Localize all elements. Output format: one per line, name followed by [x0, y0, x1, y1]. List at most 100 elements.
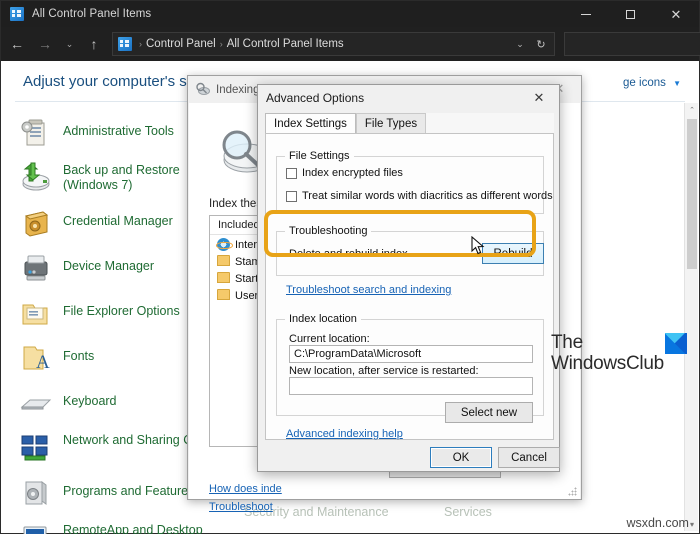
network-sharing-icon — [19, 432, 53, 464]
advanced-options-panel: Index Settings File Types File Settings … — [265, 113, 554, 440]
tab-file-types[interactable]: File Types — [355, 113, 427, 134]
tab-strip: Index Settings File Types — [265, 113, 427, 134]
chevron-down-icon[interactable]: ⌄ — [510, 39, 530, 50]
checkbox-box[interactable] — [286, 190, 297, 202]
minimize-icon — [580, 13, 591, 15]
annotation-highlight-ring — [264, 210, 536, 257]
how-does-indexing-link[interactable]: How does inde — [209, 483, 282, 495]
minimize-button[interactable] — [563, 1, 608, 27]
current-location-input[interactable]: C:\ProgramData\Microsoft — [289, 345, 533, 363]
checkbox-label: Index encrypted files — [302, 167, 403, 179]
close-button[interactable]: ✕ — [653, 1, 699, 27]
content-scrollbar[interactable]: ⌃ ⌄ — [684, 103, 698, 531]
index-location-group-label: Index location — [285, 313, 361, 325]
refresh-icon[interactable]: ↻ — [530, 38, 552, 51]
troubleshoot-search-indexing-link[interactable]: Troubleshoot search and indexing — [286, 284, 451, 296]
close-icon: ✕ — [670, 6, 682, 22]
advanced-options-titlebar: Advanced Options ✕ — [258, 85, 559, 110]
index-settings-tabpage: File Settings Index encrypted files Trea… — [265, 133, 554, 440]
cp-item-remoteapp-desktop[interactable]: RemoteApp and Desktop Connections — [19, 522, 249, 534]
internet-explorer-icon — [216, 237, 233, 252]
breadcrumb-separator: › — [219, 39, 223, 49]
view-by-label: ge icons — [623, 77, 666, 89]
new-location-label: New location, after service is restarted… — [289, 365, 479, 377]
backup-restore-icon — [19, 162, 53, 194]
view-by-dropdown[interactable]: ge icons ▼ — [623, 77, 681, 89]
maximize-icon — [626, 9, 635, 19]
breadcrumb-item-all-items[interactable]: All Control Panel Items — [227, 38, 344, 50]
up-button[interactable]: ↑ — [82, 32, 106, 56]
cp-item-label: Programs and Features — [63, 484, 195, 498]
chevron-down-icon: ▾ — [689, 520, 694, 529]
checkbox-index-encrypted-files[interactable]: Index encrypted files — [286, 167, 403, 179]
back-button[interactable]: ← — [5, 32, 29, 56]
svg-text:A: A — [36, 352, 50, 373]
folder-icon — [217, 288, 230, 303]
file-explorer-options-icon — [19, 297, 53, 329]
address-bar: ← → ⌄ ↑ › Control Panel › All Control Pa… — [1, 27, 700, 61]
checkbox-box[interactable] — [286, 167, 297, 179]
dialog-title: Advanced Options — [266, 90, 365, 105]
device-manager-icon — [19, 252, 53, 284]
close-icon[interactable]: ✕ — [519, 85, 559, 110]
control-panel-icon — [10, 7, 24, 21]
cp-item-label-obscured-services: Services — [444, 505, 492, 519]
select-new-button[interactable]: Select new — [445, 402, 533, 423]
fonts-icon: A — [19, 342, 53, 374]
remoteapp-icon — [19, 522, 53, 534]
forward-button[interactable]: → — [33, 32, 57, 56]
folder-icon — [217, 271, 230, 286]
site-watermark-text: wsxdn.com — [626, 516, 689, 530]
watermark-line-2: WindowsClub — [551, 353, 664, 374]
recent-locations-button[interactable]: ⌄ — [61, 32, 78, 56]
cp-item-label: Administrative Tools — [63, 124, 174, 138]
cp-item-label: Credential Manager — [63, 214, 173, 228]
chevron-down-icon: ▼ — [673, 79, 681, 88]
keyboard-icon — [19, 387, 53, 419]
advanced-indexing-help-link[interactable]: Advanced indexing help — [286, 428, 403, 440]
index-location-group: Index location Current location: C:\Prog… — [276, 313, 544, 423]
window-titlebar: All Control Panel Items ✕ — [1, 1, 699, 27]
programs-features-icon — [19, 477, 53, 509]
scroll-up-button[interactable]: ⌃ — [685, 103, 699, 117]
advanced-options-dialog: Advanced Options ✕ Index Settings File T… — [257, 84, 560, 472]
checkbox-treat-diacritics[interactable]: Treat similar words with diacritics as d… — [286, 190, 553, 202]
breadcrumb-item-control-panel[interactable]: Control Panel — [146, 38, 216, 50]
tab-index-settings[interactable]: Index Settings — [265, 113, 356, 134]
screenshot-root: All Control Panel Items ✕ ← → ⌄ ↑ › Cont… — [0, 0, 700, 534]
breadcrumb-actions: ⌄ ↻ — [510, 33, 552, 55]
windowsclub-logo-icon — [665, 333, 687, 354]
troubleshoot-search-link[interactable]: Troubleshoot — [209, 501, 273, 513]
window-controls: ✕ — [563, 1, 699, 27]
window-title: All Control Panel Items — [32, 8, 152, 20]
watermark-line-1: The — [551, 332, 583, 353]
cp-item-label: Device Manager — [63, 259, 155, 273]
control-panel-icon — [118, 37, 132, 51]
cp-item-label: Fonts — [63, 349, 95, 363]
watermark-text: The WindowsClub — [551, 332, 664, 374]
dialog-footer: OK Cancel — [258, 441, 560, 472]
breadcrumb[interactable]: › Control Panel › All Control Panel Item… — [112, 32, 555, 56]
indexing-magnifier-icon — [195, 82, 210, 97]
cp-item-label: Keyboard — [63, 394, 117, 408]
file-settings-group-label: File Settings — [285, 150, 354, 162]
cancel-button[interactable]: Cancel — [498, 447, 560, 468]
scrollbar-thumb[interactable] — [687, 119, 697, 269]
site-watermark: wsxdn.com▾ — [626, 516, 694, 530]
maximize-button[interactable] — [608, 1, 653, 27]
new-location-input[interactable] — [289, 377, 533, 395]
current-location-value: C:\ProgramData\Microsoft — [294, 348, 422, 360]
folder-icon — [217, 254, 230, 269]
administrative-tools-icon — [19, 117, 53, 149]
search-input[interactable]: ⚲ — [564, 32, 700, 56]
ok-button[interactable]: OK — [430, 447, 492, 468]
cp-item-label: RemoteApp and Desktop Connections — [63, 523, 203, 534]
checkbox-label: Treat similar words with diacritics as d… — [302, 190, 553, 202]
credential-manager-icon — [19, 207, 53, 239]
current-location-label: Current location: — [289, 333, 370, 345]
resize-grip[interactable] — [568, 487, 577, 496]
cp-item-label: File Explorer Options — [63, 304, 180, 318]
file-settings-group: File Settings Index encrypted files Trea… — [276, 150, 553, 214]
breadcrumb-separator: › — [139, 39, 142, 49]
indexing-options-title: Indexing — [216, 83, 260, 96]
